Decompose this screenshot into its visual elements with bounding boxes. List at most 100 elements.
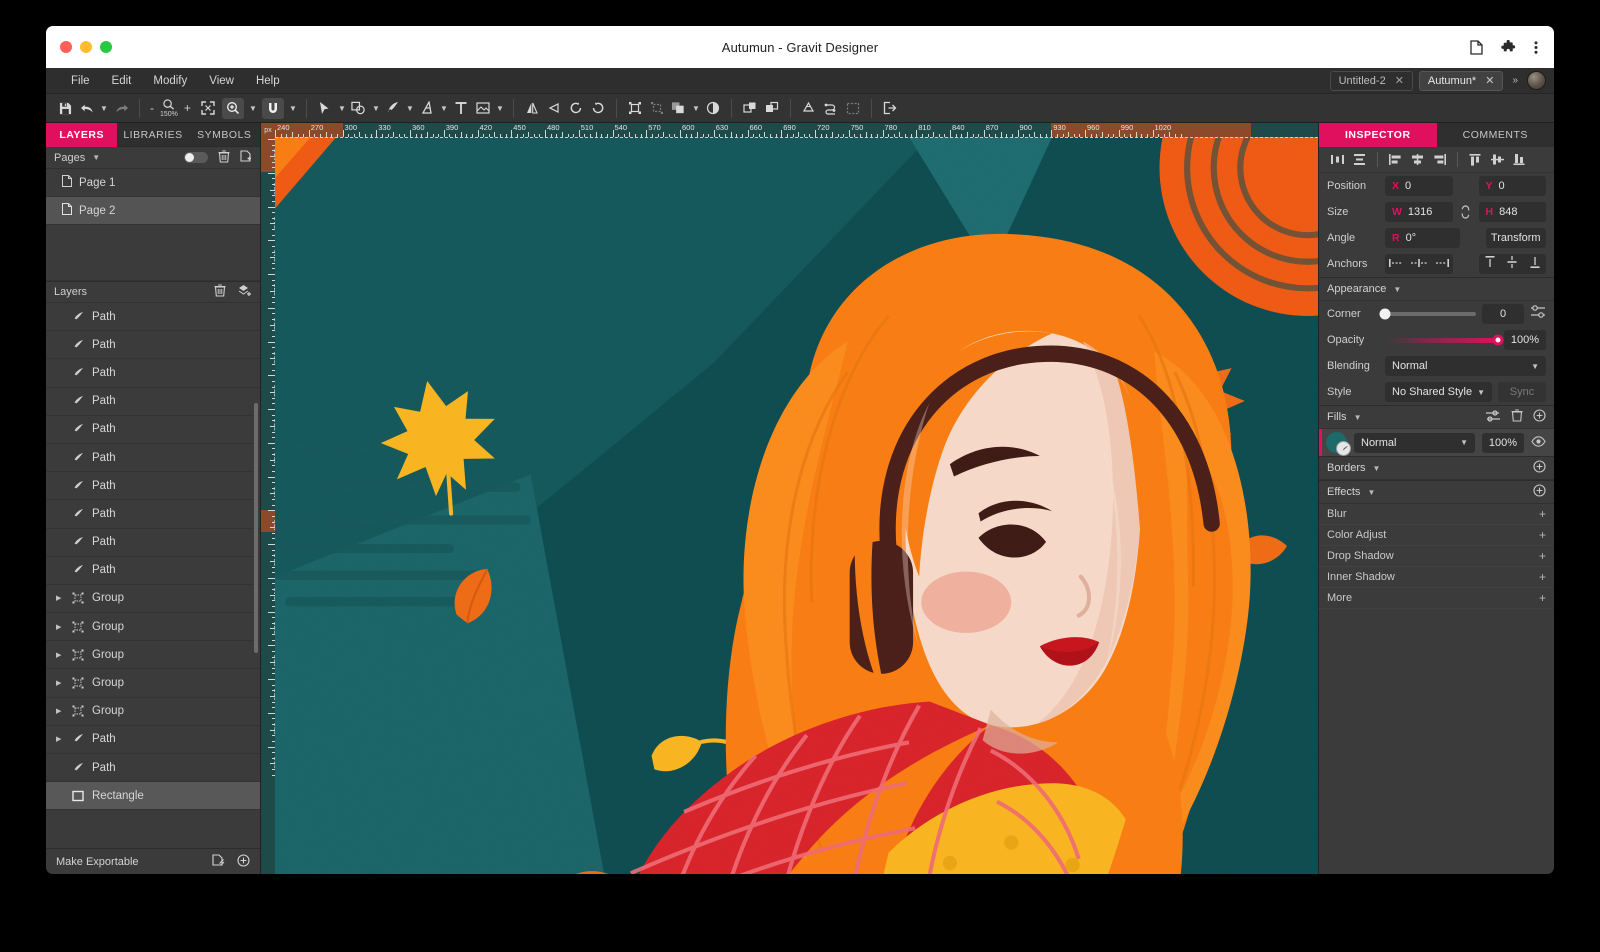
path-connect-icon[interactable]: [820, 98, 842, 119]
layer-row[interactable]: Path: [46, 331, 260, 359]
distribute-horizontal-icon[interactable]: [1327, 150, 1348, 170]
zoom-in-button[interactable]: +: [181, 101, 194, 115]
sliders-icon[interactable]: [1530, 304, 1546, 324]
fill-blend-select[interactable]: Normal ▼: [1354, 433, 1475, 453]
page-item-2[interactable]: Page 2: [46, 197, 260, 225]
position-x-field[interactable]: X 0: [1385, 176, 1453, 196]
anchor-center-v-icon[interactable]: [1506, 255, 1518, 274]
opacity-slider[interactable]: [1385, 338, 1498, 343]
zoom-out-button[interactable]: -: [147, 101, 157, 115]
opacity-value[interactable]: 100%: [1504, 330, 1546, 350]
horizontal-ruler[interactable]: 2402703003303603904204504805105405706006…: [261, 123, 1318, 137]
trash-icon[interactable]: [214, 284, 226, 300]
layer-row[interactable]: Path: [46, 500, 260, 528]
borders-section-header[interactable]: Borders ▼: [1319, 456, 1554, 480]
anchor-right-icon[interactable]: [1434, 255, 1450, 273]
anchor-top-icon[interactable]: [1484, 255, 1496, 274]
tab-comments[interactable]: COMMENTS: [1437, 123, 1555, 147]
effect-row-inner-shadow[interactable]: Inner Shadow +: [1319, 567, 1554, 588]
layer-row[interactable]: Path: [46, 444, 260, 472]
size-h-field[interactable]: H 848: [1479, 202, 1547, 222]
layers-scrollbar[interactable]: [254, 403, 258, 653]
pen-caret[interactable]: ▼: [404, 98, 416, 119]
eye-icon[interactable]: [1531, 434, 1546, 452]
shape-caret[interactable]: ▼: [370, 98, 382, 119]
pointer-caret[interactable]: ▼: [336, 98, 348, 119]
chevron-down-icon[interactable]: ▼: [1477, 388, 1485, 397]
export-icon[interactable]: [879, 98, 901, 119]
transform-button[interactable]: Transform: [1486, 228, 1547, 248]
opacity-slider-knob[interactable]: [1493, 335, 1504, 346]
distribute-vertical-icon[interactable]: [1349, 150, 1370, 170]
mask-icon[interactable]: [702, 98, 724, 119]
menu-modify[interactable]: Modify: [142, 72, 198, 90]
tab-libraries[interactable]: LIBRARIES: [117, 123, 188, 147]
layer-row[interactable]: Path: [46, 303, 260, 331]
layer-row[interactable]: Path: [46, 472, 260, 500]
brush-icon[interactable]: [416, 98, 438, 119]
rotate-cw-icon[interactable]: [587, 98, 609, 119]
add-page-icon[interactable]: [240, 150, 252, 166]
undo-history-caret[interactable]: ▼: [98, 98, 110, 119]
align-top-icon[interactable]: [1465, 150, 1486, 170]
image-caret[interactable]: ▼: [494, 98, 506, 119]
fill-settings-icon[interactable]: [1485, 409, 1501, 426]
add-icon[interactable]: +: [1539, 507, 1546, 521]
menu-help[interactable]: Help: [245, 72, 291, 90]
size-w-field[interactable]: W 1316: [1385, 202, 1453, 222]
sync-style-button[interactable]: Sync: [1498, 382, 1546, 402]
effect-row-color-adjust[interactable]: Color Adjust +: [1319, 525, 1554, 546]
menu-edit[interactable]: Edit: [101, 72, 143, 90]
chevron-down-icon[interactable]: »: [1509, 75, 1521, 86]
tab-inspector[interactable]: INSPECTOR: [1319, 123, 1437, 147]
pages-visibility-toggle[interactable]: [184, 152, 208, 163]
eyedropper-icon[interactable]: [1340, 445, 1349, 454]
undo-icon[interactable]: [76, 98, 98, 119]
menu-view[interactable]: View: [198, 72, 245, 90]
canvas-area[interactable]: 2402703003303603904204504805105405706006…: [261, 123, 1318, 874]
more-vertical-icon[interactable]: [1534, 40, 1538, 55]
artboard[interactable]: [275, 137, 1318, 874]
add-border-icon[interactable]: [1533, 460, 1546, 476]
ungroup-icon[interactable]: [646, 98, 668, 119]
layer-row[interactable]: ▶Group: [46, 669, 260, 697]
send-backward-icon[interactable]: [761, 98, 783, 119]
add-icon[interactable]: +: [1539, 570, 1546, 584]
effects-section-header[interactable]: Effects ▼: [1319, 480, 1554, 504]
tab-symbols[interactable]: SYMBOLS: [189, 123, 260, 147]
save-icon[interactable]: [54, 98, 76, 119]
layer-row[interactable]: Path: [46, 529, 260, 557]
chevron-down-icon[interactable]: ▼: [92, 153, 100, 162]
expand-arrow[interactable]: ▶: [56, 735, 64, 743]
extension-icon[interactable]: [1501, 40, 1516, 55]
path-union-icon[interactable]: [798, 98, 820, 119]
layers-list[interactable]: Path Path Path Path Path Path Path Path …: [46, 303, 260, 848]
layer-row[interactable]: ▶Group: [46, 698, 260, 726]
rotate-ccw-icon[interactable]: [565, 98, 587, 119]
close-icon[interactable]: ✕: [1395, 74, 1404, 87]
link-ratio-icon[interactable]: [1459, 205, 1473, 219]
effect-row-drop-shadow[interactable]: Drop Shadow +: [1319, 546, 1554, 567]
layer-row[interactable]: ▶Group: [46, 613, 260, 641]
trash-icon[interactable]: [218, 150, 230, 166]
align-center-icon[interactable]: [1407, 150, 1428, 170]
corner-slider-knob[interactable]: [1380, 309, 1391, 320]
export-slice-icon[interactable]: [212, 854, 225, 870]
vertical-ruler[interactable]: 1501802102402703003303603904204504805105…: [261, 137, 275, 874]
zoom-level-display[interactable]: 150%: [160, 99, 178, 118]
pen-icon[interactable]: [382, 98, 404, 119]
plus-circle-icon[interactable]: [237, 854, 250, 870]
expand-arrow[interactable]: ▶: [56, 623, 64, 631]
page-item-1[interactable]: Page 1: [46, 169, 260, 197]
position-y-field[interactable]: Y 0: [1479, 176, 1547, 196]
expand-arrow[interactable]: ▶: [56, 651, 64, 659]
flip-horizontal-icon[interactable]: [521, 98, 543, 119]
anchor-left-icon[interactable]: [1388, 255, 1404, 273]
chevron-down-icon[interactable]: ▼: [1373, 464, 1381, 473]
artwork-illustration[interactable]: [275, 137, 1318, 874]
avatar[interactable]: [1527, 71, 1546, 90]
chevron-down-icon[interactable]: ▼: [1367, 488, 1375, 497]
layer-row[interactable]: Path: [46, 557, 260, 585]
align-left-icon[interactable]: [1385, 150, 1406, 170]
add-icon[interactable]: +: [1539, 528, 1546, 542]
